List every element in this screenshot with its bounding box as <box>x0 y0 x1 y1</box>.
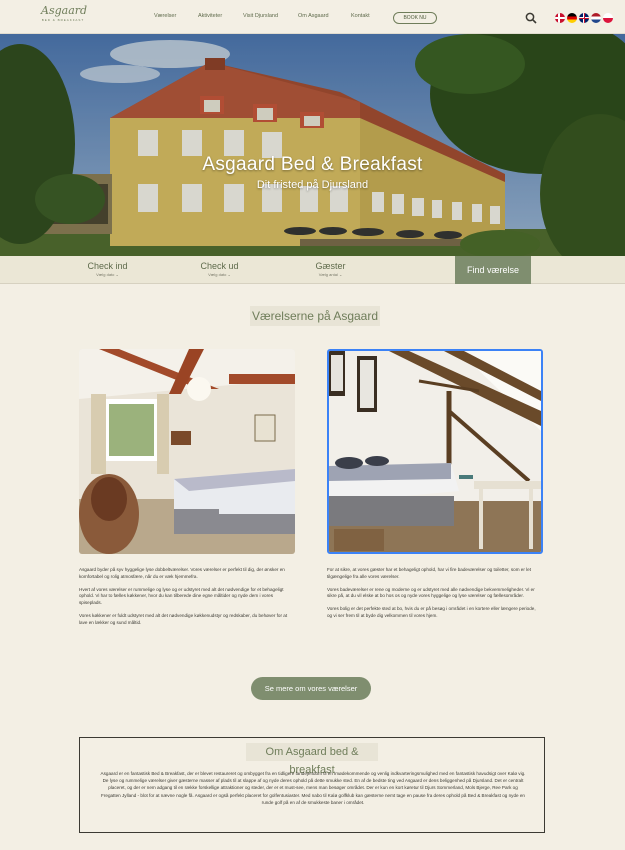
flag-dutch-icon[interactable] <box>591 13 601 23</box>
hero-title: Asgaard Bed & Breakfast <box>202 154 423 175</box>
rooms-left-paragraph: Asgaard byder på syv hyggelige lyse dobb… <box>79 567 285 579</box>
hero-subtitle: Dit fristed på Djursland <box>256 179 369 191</box>
checkout-label: Check ud <box>200 261 239 271</box>
rooms-left-paragraph: Vores køkkener er fuldt udstyret med alt… <box>79 612 288 625</box>
site-logo[interactable]: Asgaard BED & BREAKFAST <box>41 4 88 30</box>
nav-item-rooms[interactable]: Værelser <box>154 13 176 19</box>
checkout-field[interactable]: Check ud Vælg dato ⌄ <box>182 261 257 277</box>
rooms-left-paragraph: Hvert af vores værelser er rummelige og … <box>79 586 284 606</box>
nav-item-activities[interactable]: Aktiviteter <box>198 13 222 19</box>
search-icon[interactable] <box>525 12 537 24</box>
nav-item-contact[interactable]: Kontakt <box>351 13 370 19</box>
rooms-right-paragraph: Vores bolig er det perfekte sted at bo, … <box>327 606 536 618</box>
rooms-left-text: Asgaard byder på syv hyggelige lyse dobb… <box>79 567 291 633</box>
checkin-label: Check ind <box>87 261 128 271</box>
logo-script: Asgaard <box>41 4 88 17</box>
hero-banner: Asgaard Bed & Breakfast Dit fristed på D… <box>0 34 625 256</box>
guests-label: Gæster <box>315 261 346 271</box>
room-photo-2[interactable] <box>327 349 543 554</box>
checkout-sub: Vælg dato ⌄ <box>208 272 231 277</box>
about-title: Om Asgaard bed & breakfast <box>246 743 378 776</box>
room-image <box>79 349 295 554</box>
flag-uk-icon[interactable] <box>579 13 589 23</box>
find-room-button[interactable]: Find værelse <box>455 256 531 284</box>
about-text: Asgaard er en fantastisk Bed & Breakfast… <box>100 771 526 805</box>
chevron-down-icon: ⌄ <box>115 272 119 277</box>
room-image <box>329 351 541 552</box>
room-photo-1[interactable] <box>79 349 295 554</box>
site-header: Asgaard BED & BREAKFAST Værelser Aktivit… <box>0 0 625 34</box>
guests-field[interactable]: Gæster Vælg antal ⌄ <box>293 261 368 277</box>
see-more-rooms-button[interactable]: Se mere om vores værelser <box>251 677 371 700</box>
checkin-sub: Vælg dato ⌄ <box>96 272 119 277</box>
nav-item-visit-djursland[interactable]: Visit Djursland <box>243 13 278 19</box>
chevron-down-icon: ⌄ <box>338 272 343 277</box>
guests-sub: Vælg antal ⌄ <box>318 272 343 277</box>
rooms-right-paragraph: Vores badeværelser er rene og moderne og… <box>327 586 535 599</box>
rooms-section-title: Værelserne på Asgaard <box>250 306 380 326</box>
chevron-down-icon: ⌄ <box>227 272 231 277</box>
about-section: Om Asgaard bed & breakfast Asgaard er en… <box>79 737 545 833</box>
logo-sub: BED & BREAKFAST <box>41 18 85 22</box>
flag-polish-icon[interactable] <box>603 13 613 23</box>
checkin-field[interactable]: Check ind Vælg dato ⌄ <box>70 261 145 277</box>
booking-bar: Check ind Vælg dato ⌄ Check ud Vælg dato… <box>0 256 625 284</box>
nav-item-about[interactable]: Om Asgaard <box>298 13 329 19</box>
flag-danish-icon[interactable] <box>555 13 565 23</box>
rooms-right-paragraph: For at sikre, at vores gæster har et beh… <box>327 567 532 579</box>
language-selector <box>555 13 613 23</box>
flag-german-icon[interactable] <box>567 13 577 23</box>
book-now-button[interactable]: BOOK NU <box>393 12 437 24</box>
hero-image <box>0 34 625 256</box>
rooms-right-text: For at sikre, at vores gæster har et beh… <box>327 567 539 626</box>
